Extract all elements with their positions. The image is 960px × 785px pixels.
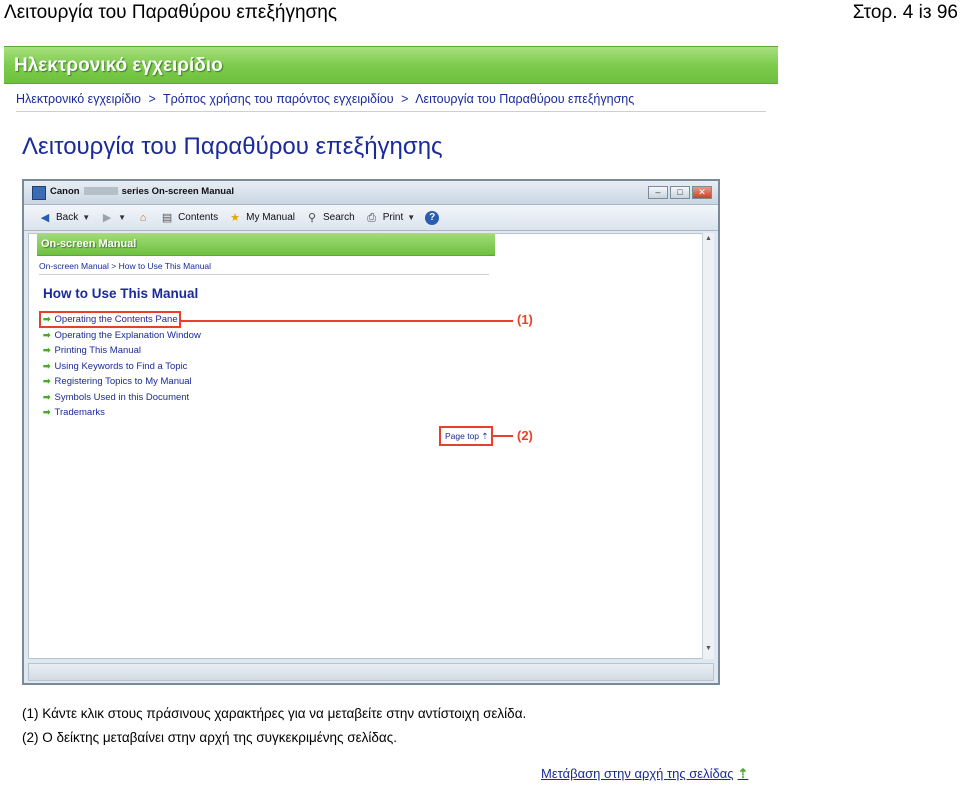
window-titlebar: Canon series On-screen Manual – □ ✕ — [24, 181, 718, 205]
chevron-down-icon: ▼ — [407, 213, 416, 222]
breadcrumb-current: Λειτουργία του Παραθύρου επεξήγησης — [415, 92, 635, 106]
list-item: ➡ Registering Topics to My Manual — [43, 376, 192, 387]
help-toolbar: ◀ Back ▼ ▶ ▼ ⌂ ▤ Contents ★ My Manual ⚲ … — [24, 205, 718, 231]
green-arrow-icon: ➡ — [43, 407, 51, 417]
home-icon: ⌂ — [139, 211, 147, 224]
callout-line-2 — [493, 435, 513, 437]
green-arrow-icon: ➡ — [43, 391, 51, 402]
up-arrow-icon: ⇡ — [481, 431, 489, 441]
inner-breadcrumb: On-screen Manual > How to Use This Manua… — [39, 261, 489, 275]
green-arrow-icon: ➡ — [43, 376, 51, 386]
vertical-scrollbar: ▲ ▼ — [702, 233, 714, 659]
chevron-down-icon: ▼ — [118, 213, 127, 222]
contents-icon: ▤ — [161, 211, 173, 224]
green-arrow-icon: ➡ — [43, 360, 51, 371]
contents-button: ▤ Contents — [161, 211, 219, 224]
page-header: Λειτουργία του Παραθύρου επεξήγησης Στορ… — [0, 0, 960, 30]
scroll-up-icon: ▲ — [705, 235, 712, 242]
document-title: Λειτουργία του Παραθύρου επεξήγησης — [4, 2, 337, 23]
callout-label-1: (1) — [517, 312, 533, 327]
search-icon: ⚲ — [307, 211, 317, 224]
list-item: ➡ Operating the Explanation Window — [43, 329, 201, 341]
callout-label-2: (2) — [517, 428, 533, 443]
inner-link-list: ➡ Operating the Contents Pane ➡ Operating … — [43, 312, 201, 421]
green-arrow-icon: ➡ — [43, 345, 51, 355]
inner-heading: How to Use This Manual — [43, 286, 199, 301]
blurred-model-name — [83, 187, 118, 196]
back-button: ◀ Back ▼ — [38, 211, 90, 225]
help-icon: ? — [425, 210, 440, 225]
window-statusbar — [28, 663, 714, 681]
forward-button: ▶ ▼ — [100, 211, 126, 225]
app-icon — [32, 186, 46, 200]
callout-line-1 — [181, 320, 513, 322]
green-arrow-icon: ➡ — [43, 329, 51, 340]
star-icon: ★ — [230, 211, 241, 224]
breadcrumb: Ηλεκτρονικό εγχειρίδιο > Τρόπος χρήσης τ… — [16, 92, 766, 112]
print-button: ⎙ Print ▼ — [365, 211, 415, 225]
maximize-icon: □ — [670, 186, 690, 199]
breadcrumb-link-home[interactable]: Ηλεκτρονικό εγχειρίδιο — [16, 92, 141, 106]
breadcrumb-separator: > — [401, 92, 409, 106]
inner-page-top-link: Page top ⇡ — [445, 431, 489, 441]
forward-arrow-icon: ▶ — [102, 211, 112, 224]
go-to-top-link[interactable]: Μετάβαση στην αρχή της σελίδας ⇡ — [541, 766, 748, 782]
window-controls: – □ ✕ — [648, 186, 712, 199]
my-manual-button: ★ My Manual — [228, 211, 295, 225]
scroll-down-icon: ▼ — [705, 645, 712, 652]
help-button: ? — [425, 210, 440, 225]
banner-title: Ηλεκτρονικό εγχειρίδιο — [14, 55, 223, 76]
window-title: Canon series On-screen Manual — [50, 186, 235, 197]
callout-box-1 — [39, 311, 181, 328]
printer-icon: ⎙ — [367, 211, 377, 224]
page-number: Στορ. 4 із 96 — [852, 2, 958, 23]
page-title: Λειτουργία του Παραθύρου επεξήγησης — [22, 133, 443, 160]
help-window-screenshot: Canon series On-screen Manual – □ ✕ ◀ Bac… — [22, 179, 720, 685]
up-arrow-icon: ⇡ — [737, 766, 749, 781]
list-item: ➡ Trademarks — [43, 407, 105, 418]
notes: (1) Κάντε κλικ στους πράσινους χαρακτήρε… — [22, 702, 526, 750]
chevron-down-icon: ▼ — [82, 213, 91, 222]
minimize-icon: – — [648, 186, 668, 199]
list-item: ➡ Using Keywords to Find a Topic — [43, 360, 188, 372]
home-button: ⌂ — [136, 211, 150, 225]
list-item: ➡ Printing This Manual — [43, 345, 141, 356]
explanation-pane: On-screen Manual On-screen Manual > How … — [28, 233, 708, 659]
list-item: ➡ Symbols Used in this Document — [43, 391, 190, 403]
close-icon: ✕ — [692, 186, 712, 199]
note-2: (2) Ο δείκτης μεταβαίνει στην αρχή της σ… — [22, 730, 397, 745]
back-arrow-icon: ◀ — [40, 211, 50, 224]
note-1: (1) Κάντε κλικ στους πράσινους χαρακτήρε… — [22, 706, 527, 721]
breadcrumb-separator: > — [148, 92, 156, 106]
inner-banner: On-screen Manual — [37, 234, 495, 256]
search-button: ⚲ Search — [305, 211, 355, 225]
manual-banner: Ηλεκτρονικό εγχειρίδιο — [4, 46, 778, 84]
breadcrumb-link-howto[interactable]: Τρόπος χρήσης του παρόντος εγχειριδίου — [163, 92, 394, 106]
